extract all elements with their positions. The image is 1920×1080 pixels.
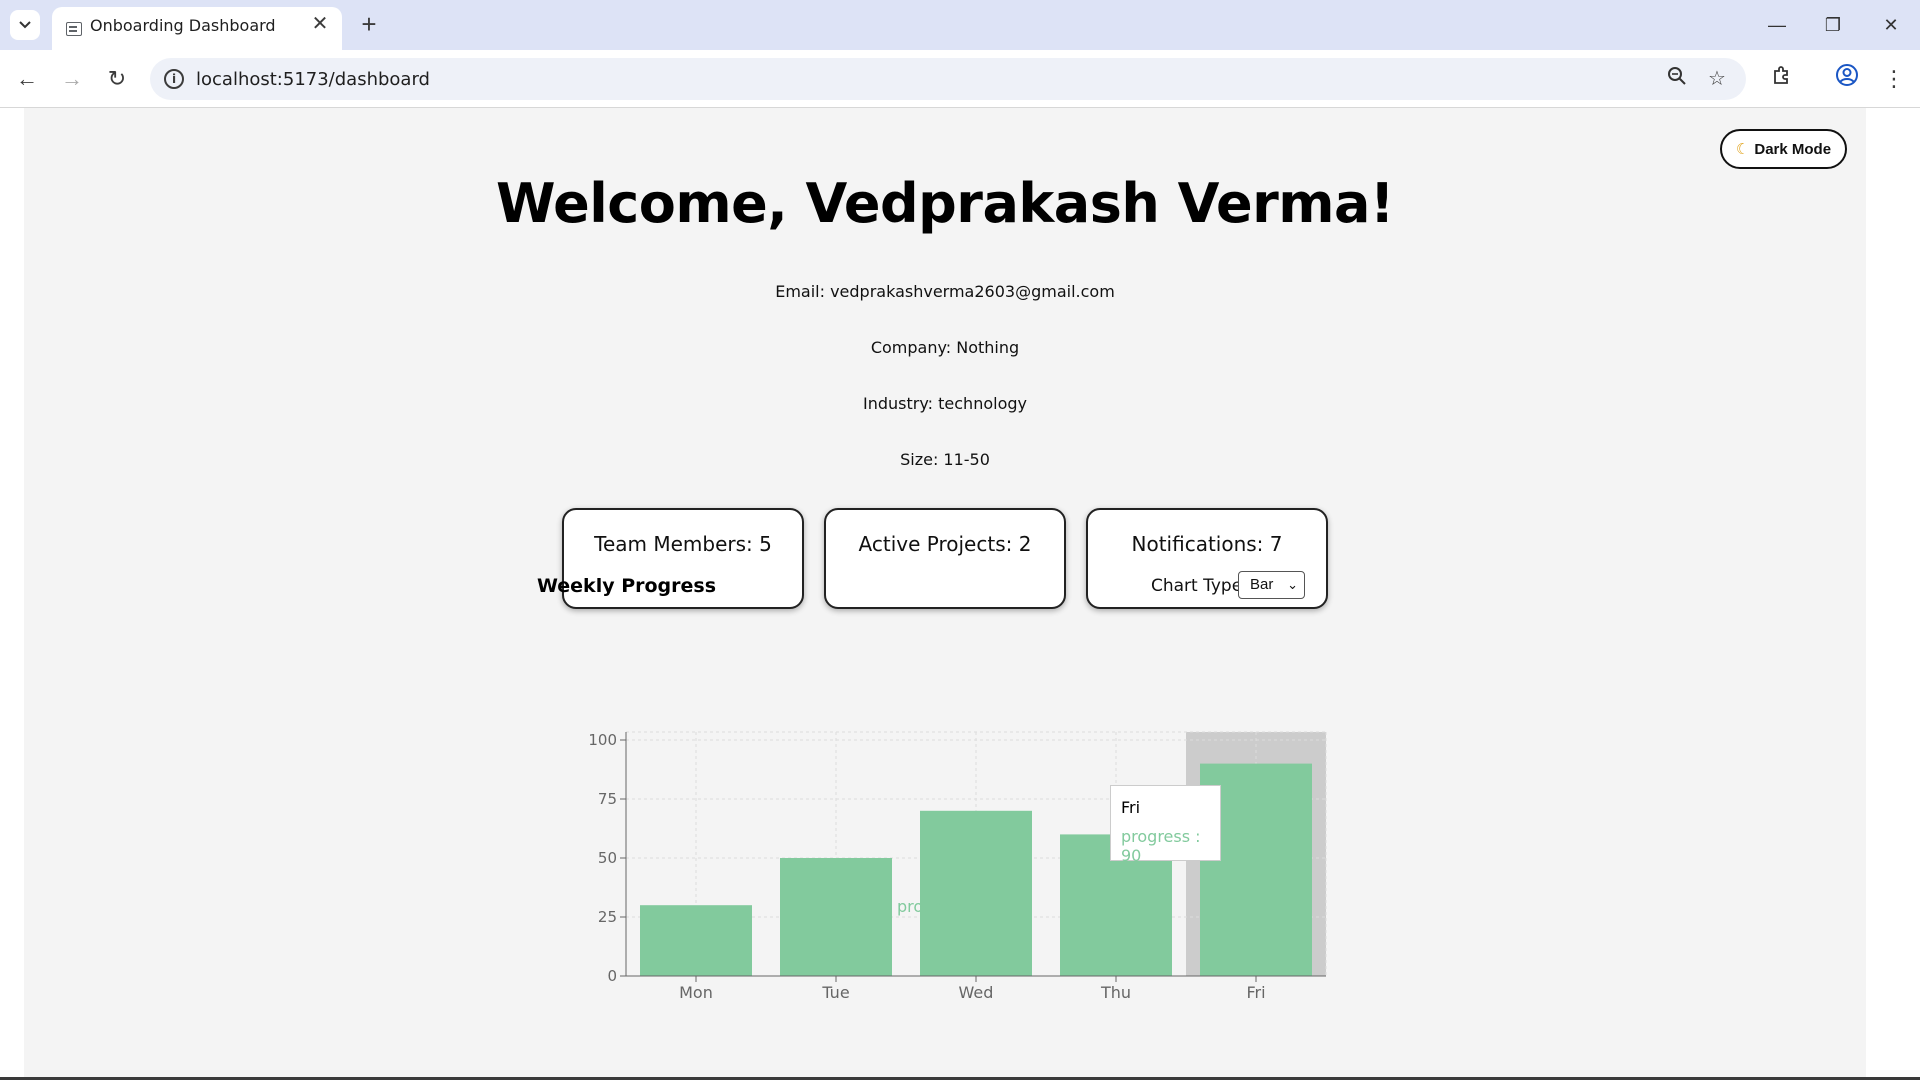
chart-legend: progress [878,897,966,916]
chart-type-select[interactable]: Bar ⌄ [1238,571,1305,599]
address-bar[interactable]: i localhost:5173/dashboard ☆ [150,58,1746,100]
x-tick-label: Mon [679,983,713,1002]
tooltip-label: Fri [1121,798,1141,817]
active-projects-card: Active Projects: 2 [824,508,1066,609]
chevron-down-icon [19,21,31,29]
bar-tue [780,858,892,976]
x-tick-label: Thu [1100,983,1131,1002]
back-arrow-icon[interactable]: ← [11,63,43,95]
y-tick-label: 0 [607,967,617,985]
minimize-icon[interactable]: — [1754,10,1800,40]
x-tick-label: Fri [1246,983,1265,1002]
url-text[interactable]: localhost:5173/dashboard [196,69,430,90]
new-tab-button[interactable]: + [354,10,384,40]
browser-toolbar: ← → ↻ i localhost:5173/dashboard ☆ ⋮ [0,50,1920,108]
y-tick-label: 50 [598,849,617,867]
chart-type-label: Chart Type: [1151,576,1248,596]
y-tick-label: 25 [598,908,617,926]
legend-label: progress [897,897,967,916]
y-tick-label: 75 [598,790,617,808]
chart-title: Weekly Progress [537,575,717,597]
legend-swatch [878,900,892,913]
email-text: Email: vedprakashverma2603@gmail.com [775,282,1115,301]
reload-icon[interactable]: ↻ [101,63,133,95]
extensions-icon[interactable] [1766,63,1798,95]
forward-arrow-icon[interactable]: → [56,63,88,95]
y-tick-label: 100 [588,731,617,749]
company-text: Company: Nothing [870,338,1020,357]
size-text: Size: 11-50 [900,450,990,469]
site-info-icon[interactable]: i [164,69,184,89]
page-favicon-icon [66,22,82,36]
chevron-down-icon: ⌄ [1287,577,1298,592]
browser-tab[interactable]: Onboarding Dashboard ✕ [52,7,342,50]
bar-wed [920,810,1032,976]
zoom-icon[interactable] [1664,66,1690,92]
x-tick-label: Wed [959,983,994,1002]
industry-text: Industry: technology [863,394,1027,413]
more-menu-icon[interactable]: ⋮ [1878,63,1910,95]
dark-mode-toggle-button[interactable]: ☾ Dark Mode [1720,129,1847,169]
close-window-icon[interactable]: ✕ [1868,10,1914,40]
moon-icon: ☾ [1735,141,1750,158]
chart-tooltip: Fri progress : 90 [1110,785,1221,865]
welcome-heading: Welcome, Vedprakash Verma! [495,172,1395,235]
chart-type-value: Bar [1250,576,1274,593]
x-tick-label: Tue [821,983,849,1002]
profile-icon[interactable] [1831,63,1863,95]
bookmark-star-icon[interactable]: ☆ [1704,66,1730,92]
restore-icon[interactable]: ❐ [1810,10,1856,40]
tab-title: Onboarding Dashboard [90,16,276,35]
browser-tab-bar: Onboarding Dashboard ✕ + — ❐ ✕ [0,0,1920,50]
dark-mode-label: Dark Mode [1754,140,1832,158]
weekly-progress-chart: 0 25 50 75 100 Mon Tue Wed Thu Fri [588,731,1327,1002]
close-tab-icon[interactable]: ✕ [308,12,332,36]
bar-mon [640,905,752,976]
tab-list-button[interactable] [10,10,40,40]
tooltip-value: progress : 90 [1121,827,1201,865]
